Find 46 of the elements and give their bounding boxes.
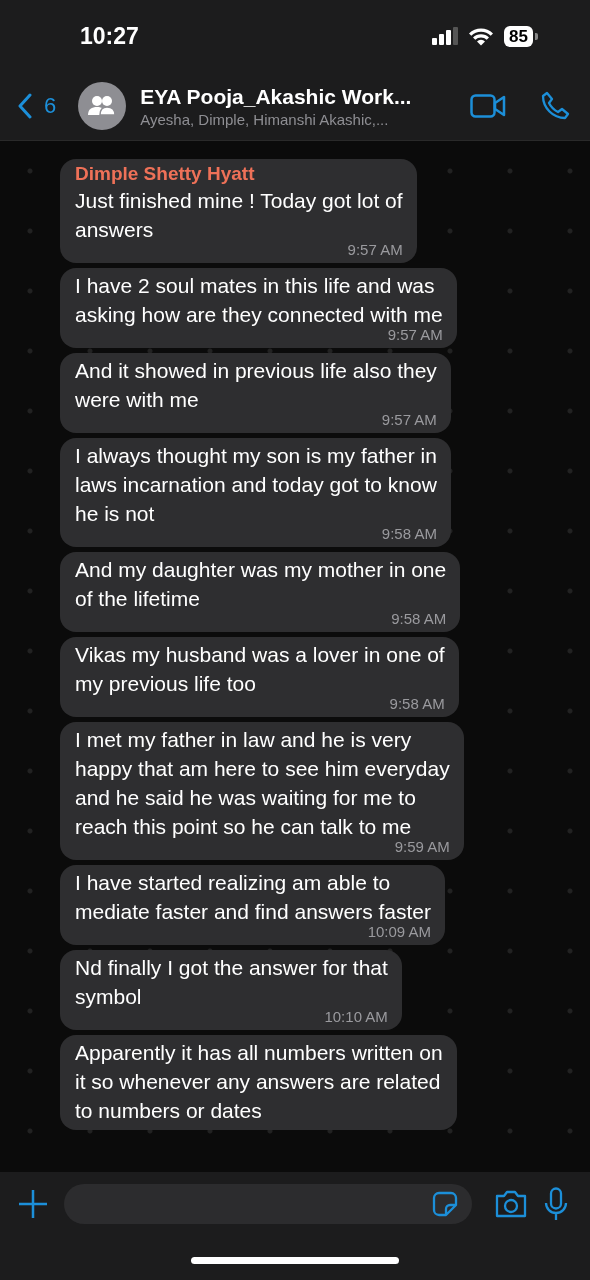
message-text: Apparently it has all numbers written on it so whenever any answers are related to numbers or dates: [75, 1040, 443, 1124]
message-time: 10:10 AM: [324, 1009, 388, 1025]
sticker-icon[interactable]: [432, 1191, 458, 1217]
phone-call-icon[interactable]: [540, 91, 570, 121]
message-time: 9:58 AM: [391, 611, 447, 627]
message-bubble[interactable]: I always thought my son is my father in laws incarnation and today got to know he is not 9:58 AM: [60, 438, 451, 547]
video-call-icon[interactable]: [470, 94, 506, 118]
message-bubble[interactable]: Vikas my husband was a lover in one of my previous life too 9:58 AM: [60, 637, 459, 717]
message-time: 10:09 AM: [367, 924, 431, 940]
message-text: I have 2 soul mates in this life and was asking how are they connected with me: [75, 273, 443, 328]
home-indicator[interactable]: [191, 1256, 399, 1264]
camera-icon[interactable]: [494, 1190, 528, 1218]
message-input-field[interactable]: [64, 1184, 472, 1224]
message-text: Just finished mine ! Today got lot of answers: [75, 188, 403, 243]
signal-icon: [432, 27, 459, 45]
message-bubble[interactable]: Nd finally I got the answer for that symbol 10:10 AM: [60, 950, 402, 1030]
message-bubble[interactable]: Dimple Shetty Hyatt Just finished mine ! Today got lot of answers 9:57 AM: [60, 159, 417, 263]
message-time: 9:58 AM: [389, 696, 445, 712]
message-time: 9:59 AM: [394, 839, 450, 855]
message-text: I have started realizing am able to mediate faster and find answers faster: [75, 870, 431, 925]
message-text: And it showed in previous life also they were with me: [75, 358, 437, 413]
chat-members: Ayesha, Dimple, Himanshi Akashic,...: [140, 110, 390, 128]
microphone-icon[interactable]: [544, 1187, 568, 1221]
message-bubble[interactable]: I met my father in law and he is very happy that am here to see him everyday and he said he was waiting for me to reach this point so he can talk to me 9:59 AM: [60, 722, 464, 860]
message-text: Vikas my husband was a lover in one of my previous life too: [75, 642, 445, 697]
message-text: And my daughter was my mother in one of the lifetime: [75, 557, 447, 612]
message-time: 9:57 AM: [347, 242, 403, 258]
add-icon[interactable]: [18, 1189, 48, 1219]
message-bubble[interactable]: I have 2 soul mates in this life and was asking how are they connected with me 9:57 AM: [60, 268, 457, 348]
message-text: Nd finally I got the answer for that symbol: [75, 955, 388, 1010]
message-bubble[interactable]: And my daughter was my mother in one of the lifetime 9:58 AM: [60, 552, 461, 632]
message-text: I met my father in law and he is very happy that am here to see him everyday and he said he was waiting for me to reach this point so he can talk to me: [75, 727, 450, 840]
sender-name: Dimple Shetty Hyatt: [75, 162, 255, 186]
status-time: 10:27: [80, 22, 139, 50]
back-button[interactable]: 6: [18, 93, 57, 119]
message-time: 9:58 AM: [381, 526, 437, 542]
message-text: I always thought my son is my father in laws incarnation and today got to know he is not: [75, 443, 437, 527]
back-icon[interactable]: [18, 93, 32, 119]
message-bubble[interactable]: And it showed in previous life also they were with me 9:57 AM: [60, 353, 451, 433]
chat-title[interactable]: EYA Pooja_Akashic Work...: [140, 84, 456, 109]
message-time: 9:57 AM: [381, 412, 437, 428]
message-bubble[interactable]: I have started realizing am able to mediate faster and find answers faster 10:09 AM: [60, 865, 445, 945]
group-avatar-icon[interactable]: [78, 82, 127, 130]
message-time: 9:57 AM: [387, 327, 443, 343]
message-bubble[interactable]: Apparently it has all numbers written on it so whenever any answers are related to numbers or dates: [60, 1035, 457, 1130]
wifi-icon: [468, 26, 495, 46]
